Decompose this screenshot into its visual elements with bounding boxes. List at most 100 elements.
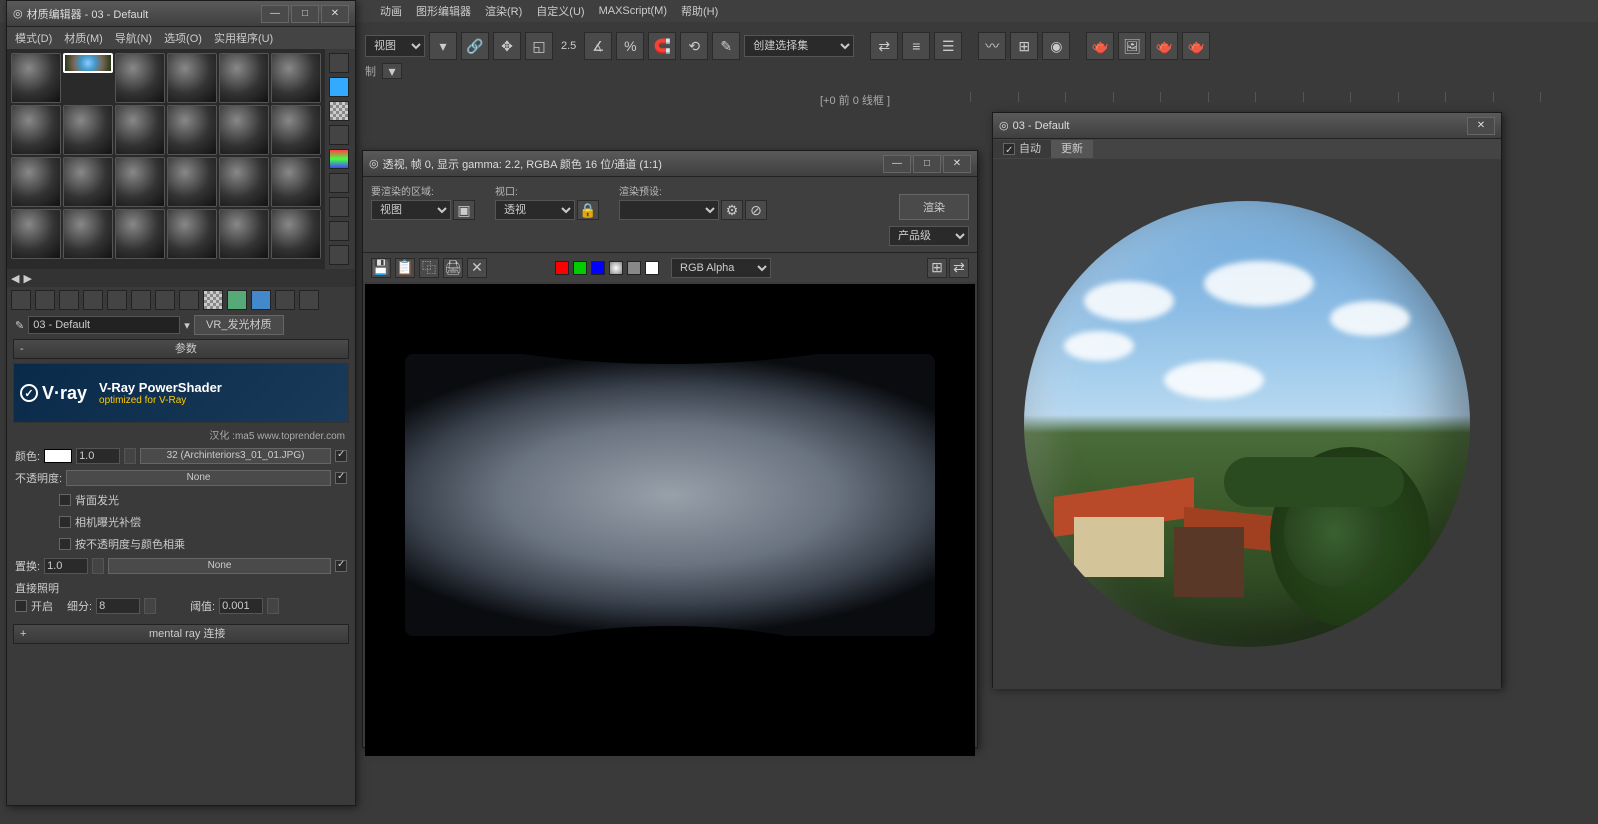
material-slot[interactable] — [115, 105, 165, 155]
material-slot[interactable] — [219, 53, 269, 103]
show-end-result-icon[interactable] — [227, 290, 247, 310]
select-by-mat-icon[interactable] — [329, 221, 349, 241]
menu-render[interactable]: 渲染(R) — [485, 3, 522, 19]
material-slot[interactable] — [271, 53, 321, 103]
mirror-icon[interactable]: ⇄ — [870, 32, 898, 60]
menu-maxscript[interactable]: MAXScript(M) — [599, 5, 667, 17]
color-map-button[interactable]: 32 (Archinteriors3_01_01.JPG) — [140, 448, 331, 464]
curve-editor-icon[interactable]: 〰 — [978, 32, 1006, 60]
opacity-map-button[interactable]: None — [66, 470, 331, 486]
spinner-arrows-icon[interactable] — [267, 598, 279, 614]
pick-icon[interactable]: ✎ — [15, 319, 24, 332]
matid-icon[interactable] — [179, 290, 199, 310]
selection-set-select[interactable]: 创建选择集 — [744, 35, 854, 57]
sample-uv-icon[interactable] — [329, 125, 349, 145]
sub-dropdown-icon[interactable]: ▾ — [382, 63, 402, 79]
material-slot[interactable] — [167, 53, 217, 103]
snap-percent-icon[interactable]: % — [616, 32, 644, 60]
put-to-scene-icon[interactable] — [35, 290, 55, 310]
copy-image-icon[interactable]: 📋 — [395, 258, 415, 278]
teapot-render-icon[interactable]: 🫖 — [1150, 32, 1178, 60]
preview-titlebar[interactable]: ◎ 03 - Default ✕ — [993, 113, 1501, 139]
material-slot[interactable] — [11, 157, 61, 207]
render-frame-icon[interactable]: 🖼 — [1118, 32, 1146, 60]
edit-named-sel-icon[interactable]: ✎ — [712, 32, 740, 60]
mat-menu-util[interactable]: 实用程序(U) — [214, 30, 273, 46]
material-slot[interactable] — [219, 209, 269, 259]
menu-anim[interactable]: 动画 — [380, 3, 402, 19]
close-button[interactable]: ✕ — [321, 5, 349, 23]
mat-editor-titlebar[interactable]: ◎ 材质编辑器 - 03 - Default — □ ✕ — [7, 1, 355, 27]
material-slot[interactable] — [63, 157, 113, 207]
video-color-icon[interactable] — [329, 149, 349, 169]
go-forward-icon[interactable] — [299, 290, 319, 310]
options-icon[interactable] — [329, 197, 349, 217]
render-titlebar[interactable]: ◎ 透视, 帧 0, 显示 gamma: 2.2, RGBA 颜色 16 位/通… — [363, 151, 977, 177]
spinner-arrows-icon[interactable] — [144, 598, 156, 614]
material-slot[interactable] — [167, 105, 217, 155]
material-slot[interactable] — [219, 157, 269, 207]
toggle-ui-icon[interactable]: ⊞ — [927, 258, 947, 278]
render-button[interactable]: 渲染 — [899, 194, 969, 220]
spinner-snap-icon[interactable]: ⟲ — [680, 32, 708, 60]
close-button[interactable]: ✕ — [1467, 117, 1495, 135]
backlight-icon[interactable] — [329, 77, 349, 97]
maximize-button[interactable]: □ — [913, 155, 941, 173]
clone-icon[interactable]: ⿻ — [419, 258, 439, 278]
mat-menu-mode[interactable]: 模式(D) — [15, 30, 52, 46]
material-slot-selected[interactable] — [63, 53, 113, 73]
material-slot[interactable] — [11, 53, 61, 103]
direct-on-checkbox[interactable] — [15, 600, 27, 612]
material-slot[interactable] — [271, 209, 321, 259]
snap-toggle-icon[interactable]: 🧲 — [648, 32, 676, 60]
material-slot[interactable] — [11, 105, 61, 155]
camexp-checkbox[interactable] — [59, 516, 71, 528]
material-slot[interactable] — [271, 157, 321, 207]
material-slot[interactable] — [115, 157, 165, 207]
channel-select[interactable]: RGB Alpha — [671, 258, 771, 278]
background-icon[interactable] — [329, 101, 349, 121]
mat-menu-material[interactable]: 材质(M) — [64, 30, 103, 46]
minimize-button[interactable]: — — [883, 155, 911, 173]
preview-viewport[interactable] — [993, 159, 1501, 689]
displace-map-checkbox[interactable] — [335, 560, 347, 572]
menu-custom[interactable]: 自定义(U) — [536, 3, 584, 19]
mat-menu-options[interactable]: 选项(O) — [164, 30, 202, 46]
rollout-params[interactable]: -参数 — [13, 339, 349, 359]
preset-config-icon[interactable]: ⚙ — [721, 200, 743, 220]
go-sibling-icon[interactable] — [275, 290, 295, 310]
scale-icon[interactable]: ◱ — [525, 32, 553, 60]
render-viewport[interactable] — [365, 284, 975, 756]
close-button[interactable]: ✕ — [943, 155, 971, 173]
clear-icon[interactable]: ✕ — [467, 258, 487, 278]
dropdown-icon[interactable]: ▾ — [184, 319, 190, 332]
minimize-button[interactable]: — — [261, 5, 289, 23]
spinner-arrows-icon[interactable] — [92, 558, 104, 574]
lock-icon[interactable]: 🔒 — [577, 200, 599, 220]
material-type-button[interactable]: VR_发光材质 — [194, 315, 284, 335]
toolbar-icon[interactable]: ▾ — [429, 32, 457, 60]
maximize-button[interactable]: □ — [291, 5, 319, 23]
save-image-icon[interactable]: 💾 — [371, 258, 391, 278]
snap-angle-icon[interactable]: ∡ — [584, 32, 612, 60]
tab-update[interactable]: 更新 — [1051, 140, 1093, 158]
red-channel-icon[interactable] — [555, 261, 569, 275]
blue-channel-icon[interactable] — [591, 261, 605, 275]
go-parent-icon[interactable] — [251, 290, 271, 310]
cutoff-spinner[interactable]: 0.001 — [219, 598, 263, 614]
make-copy-icon[interactable] — [107, 290, 127, 310]
render-mode-select[interactable]: 产品级 — [889, 226, 969, 246]
teapot-quick-icon[interactable]: 🫖 — [1182, 32, 1210, 60]
material-editor-icon[interactable]: ◉ — [1042, 32, 1070, 60]
subdiv-spinner[interactable]: 8 — [96, 598, 140, 614]
spinner-arrows-icon[interactable] — [124, 448, 136, 464]
print-icon[interactable]: 🖨 — [443, 258, 463, 278]
rollout-mentalray[interactable]: +mental ray 连接 — [13, 624, 349, 644]
viewport-label[interactable]: [+0 前 0 线框 ] — [820, 92, 890, 108]
menu-help[interactable]: 帮助(H) — [681, 3, 718, 19]
material-slot[interactable] — [63, 105, 113, 155]
timeline[interactable] — [970, 92, 1588, 112]
render-setup-icon[interactable]: 🫖 — [1086, 32, 1114, 60]
put-to-lib-icon[interactable] — [155, 290, 175, 310]
tab-auto[interactable]: 自动 — [993, 140, 1051, 158]
